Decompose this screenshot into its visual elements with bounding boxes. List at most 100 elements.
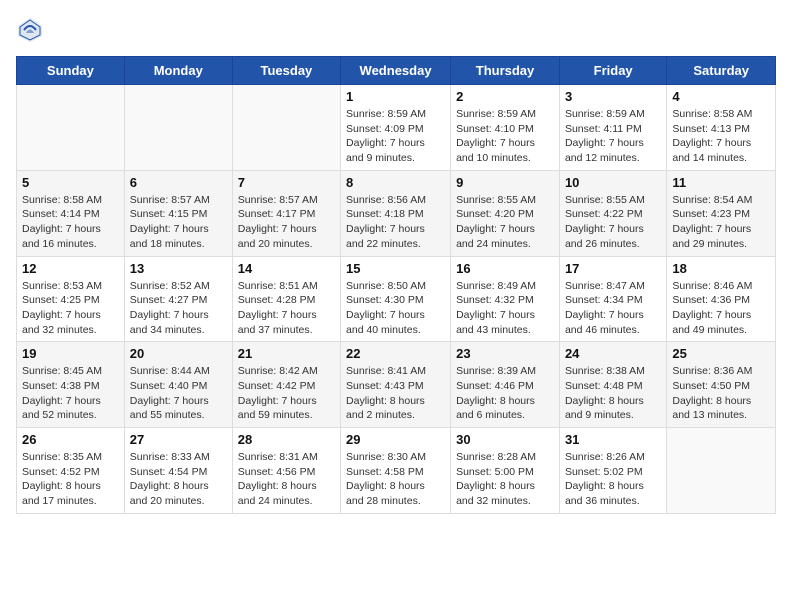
day-info: Sunrise: 8:41 AM Sunset: 4:43 PM Dayligh… (346, 364, 445, 423)
calendar-cell: 13 Sunrise: 8:52 AM Sunset: 4:27 PM Dayli… (124, 256, 232, 342)
day-info: Sunrise: 8:33 AM Sunset: 4:54 PM Dayligh… (130, 450, 227, 509)
calendar-cell: 28 Sunrise: 8:31 AM Sunset: 4:56 PM Dayli… (232, 428, 340, 514)
calendar-cell: 7 Sunrise: 8:57 AM Sunset: 4:17 PM Daylig… (232, 170, 340, 256)
day-info: Sunrise: 8:59 AM Sunset: 4:09 PM Dayligh… (346, 107, 445, 166)
calendar-cell: 17 Sunrise: 8:47 AM Sunset: 4:34 PM Dayli… (559, 256, 666, 342)
day-info: Sunrise: 8:50 AM Sunset: 4:30 PM Dayligh… (346, 279, 445, 338)
day-header-saturday: Saturday (667, 57, 776, 85)
day-number: 7 (238, 175, 335, 190)
calendar-cell: 2 Sunrise: 8:59 AM Sunset: 4:10 PM Daylig… (451, 85, 560, 171)
day-info: Sunrise: 8:47 AM Sunset: 4:34 PM Dayligh… (565, 279, 661, 338)
calendar-cell: 26 Sunrise: 8:35 AM Sunset: 4:52 PM Dayli… (17, 428, 125, 514)
day-info: Sunrise: 8:57 AM Sunset: 4:17 PM Dayligh… (238, 193, 335, 252)
day-info: Sunrise: 8:44 AM Sunset: 4:40 PM Dayligh… (130, 364, 227, 423)
day-number: 31 (565, 432, 661, 447)
day-number: 10 (565, 175, 661, 190)
calendar-cell: 30 Sunrise: 8:28 AM Sunset: 5:00 PM Dayli… (451, 428, 560, 514)
day-number: 1 (346, 89, 445, 104)
calendar-cell (667, 428, 776, 514)
day-number: 13 (130, 261, 227, 276)
day-number: 26 (22, 432, 119, 447)
calendar-cell: 15Sunrise: 8:50 AM Sunset: 4:30 PM Dayli… (341, 256, 451, 342)
day-number: 16 (456, 261, 554, 276)
calendar-cell (17, 85, 125, 171)
day-header-wednesday: Wednesday (341, 57, 451, 85)
day-header-monday: Monday (124, 57, 232, 85)
day-number: 28 (238, 432, 335, 447)
day-number: 25 (672, 346, 770, 361)
day-header-tuesday: Tuesday (232, 57, 340, 85)
calendar-week-row: 26 Sunrise: 8:35 AM Sunset: 4:52 PM Dayli… (17, 428, 776, 514)
day-info: Sunrise: 8:36 AM Sunset: 4:50 PM Dayligh… (672, 364, 770, 423)
calendar-table: SundayMondayTuesdayWednesdayThursdayFrid… (16, 56, 776, 514)
day-number: 17 (565, 261, 661, 276)
day-number: 3 (565, 89, 661, 104)
day-info: Sunrise: 8:58 AM Sunset: 4:13 PM Dayligh… (672, 107, 770, 166)
day-info: Sunrise: 8:49 AM Sunset: 4:32 PM Dayligh… (456, 279, 554, 338)
calendar-cell: 18 Sunrise: 8:46 AM Sunset: 4:36 PM Dayli… (667, 256, 776, 342)
day-number: 27 (130, 432, 227, 447)
day-info: Sunrise: 8:45 AM Sunset: 4:38 PM Dayligh… (22, 364, 119, 423)
calendar-cell: 3 Sunrise: 8:59 AM Sunset: 4:11 PM Daylig… (559, 85, 666, 171)
page-header (16, 16, 776, 44)
calendar-cell (124, 85, 232, 171)
day-number: 18 (672, 261, 770, 276)
day-number: 14 (238, 261, 335, 276)
day-info: Sunrise: 8:42 AM Sunset: 4:42 PM Dayligh… (238, 364, 335, 423)
calendar-cell: 11Sunrise: 8:54 AM Sunset: 4:23 PM Dayli… (667, 170, 776, 256)
day-header-thursday: Thursday (451, 57, 560, 85)
day-info: Sunrise: 8:28 AM Sunset: 5:00 PM Dayligh… (456, 450, 554, 509)
calendar-cell: 6Sunrise: 8:57 AM Sunset: 4:15 PM Daylig… (124, 170, 232, 256)
day-info: Sunrise: 8:30 AM Sunset: 4:58 PM Dayligh… (346, 450, 445, 509)
calendar-cell: 20Sunrise: 8:44 AM Sunset: 4:40 PM Dayli… (124, 342, 232, 428)
day-info: Sunrise: 8:35 AM Sunset: 4:52 PM Dayligh… (22, 450, 119, 509)
calendar-cell: 16 Sunrise: 8:49 AM Sunset: 4:32 PM Dayli… (451, 256, 560, 342)
calendar-cell: 21Sunrise: 8:42 AM Sunset: 4:42 PM Dayli… (232, 342, 340, 428)
day-info: Sunrise: 8:39 AM Sunset: 4:46 PM Dayligh… (456, 364, 554, 423)
day-info: Sunrise: 8:38 AM Sunset: 4:48 PM Dayligh… (565, 364, 661, 423)
day-info: Sunrise: 8:51 AM Sunset: 4:28 PM Dayligh… (238, 279, 335, 338)
day-number: 2 (456, 89, 554, 104)
day-info: Sunrise: 8:26 AM Sunset: 5:02 PM Dayligh… (565, 450, 661, 509)
day-header-sunday: Sunday (17, 57, 125, 85)
day-info: Sunrise: 8:54 AM Sunset: 4:23 PM Dayligh… (672, 193, 770, 252)
day-number: 12 (22, 261, 119, 276)
calendar-cell: 1 Sunrise: 8:59 AM Sunset: 4:09 PM Daylig… (341, 85, 451, 171)
day-number: 6 (130, 175, 227, 190)
day-info: Sunrise: 8:59 AM Sunset: 4:10 PM Dayligh… (456, 107, 554, 166)
day-number: 30 (456, 432, 554, 447)
day-number: 22 (346, 346, 445, 361)
calendar-cell: 29 Sunrise: 8:30 AM Sunset: 4:58 PM Dayli… (341, 428, 451, 514)
day-info: Sunrise: 8:46 AM Sunset: 4:36 PM Dayligh… (672, 279, 770, 338)
calendar-cell (232, 85, 340, 171)
calendar-week-row: 12 Sunrise: 8:53 AM Sunset: 4:25 PM Dayli… (17, 256, 776, 342)
day-info: Sunrise: 8:55 AM Sunset: 4:20 PM Dayligh… (456, 193, 554, 252)
calendar-cell: 27 Sunrise: 8:33 AM Sunset: 4:54 PM Dayli… (124, 428, 232, 514)
day-info: Sunrise: 8:58 AM Sunset: 4:14 PM Dayligh… (22, 193, 119, 252)
calendar-cell: 22 Sunrise: 8:41 AM Sunset: 4:43 PM Dayli… (341, 342, 451, 428)
day-info: Sunrise: 8:59 AM Sunset: 4:11 PM Dayligh… (565, 107, 661, 166)
day-info: Sunrise: 8:52 AM Sunset: 4:27 PM Dayligh… (130, 279, 227, 338)
calendar-cell: 4Sunrise: 8:58 AM Sunset: 4:13 PM Daylig… (667, 85, 776, 171)
day-info: Sunrise: 8:31 AM Sunset: 4:56 PM Dayligh… (238, 450, 335, 509)
calendar-cell: 23 Sunrise: 8:39 AM Sunset: 4:46 PM Dayli… (451, 342, 560, 428)
calendar-cell: 5 Sunrise: 8:58 AM Sunset: 4:14 PM Daylig… (17, 170, 125, 256)
day-number: 9 (456, 175, 554, 190)
calendar-header-row: SundayMondayTuesdayWednesdayThursdayFrid… (17, 57, 776, 85)
day-info: Sunrise: 8:55 AM Sunset: 4:22 PM Dayligh… (565, 193, 661, 252)
day-number: 5 (22, 175, 119, 190)
calendar-cell: 25 Sunrise: 8:36 AM Sunset: 4:50 PM Dayli… (667, 342, 776, 428)
logo (16, 16, 48, 44)
day-number: 23 (456, 346, 554, 361)
calendar-cell: 10 Sunrise: 8:55 AM Sunset: 4:22 PM Dayli… (559, 170, 666, 256)
day-number: 29 (346, 432, 445, 447)
calendar-cell: 19Sunrise: 8:45 AM Sunset: 4:38 PM Dayli… (17, 342, 125, 428)
calendar-cell: 14 Sunrise: 8:51 AM Sunset: 4:28 PM Dayli… (232, 256, 340, 342)
day-number: 24 (565, 346, 661, 361)
calendar-cell: 12 Sunrise: 8:53 AM Sunset: 4:25 PM Dayli… (17, 256, 125, 342)
day-info: Sunrise: 8:56 AM Sunset: 4:18 PM Dayligh… (346, 193, 445, 252)
calendar-week-row: 5 Sunrise: 8:58 AM Sunset: 4:14 PM Daylig… (17, 170, 776, 256)
logo-icon (16, 16, 44, 44)
day-info: Sunrise: 8:53 AM Sunset: 4:25 PM Dayligh… (22, 279, 119, 338)
calendar-cell: 9 Sunrise: 8:55 AM Sunset: 4:20 PM Daylig… (451, 170, 560, 256)
